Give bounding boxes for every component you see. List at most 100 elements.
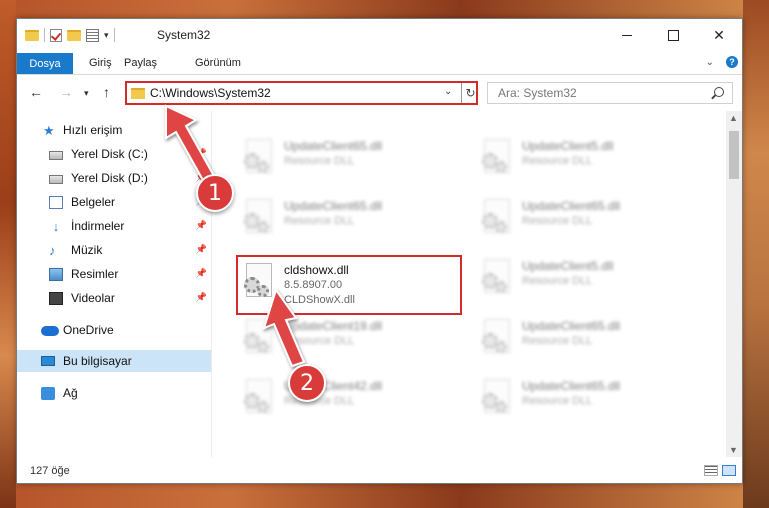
minimize-icon — [622, 34, 632, 36]
sidebar-item-label: Resimler — [71, 267, 119, 281]
help-icon[interactable]: ? — [726, 56, 738, 68]
sidebar-item-pictures[interactable]: Resimler 📌 — [17, 263, 211, 285]
onedrive-icon — [41, 326, 59, 336]
dll-file-icon — [480, 199, 514, 239]
close-button[interactable]: ✕ — [696, 19, 742, 51]
file-name: UpdateClient65.dll — [522, 379, 621, 393]
sidebar-item-downloads[interactable]: ↓ İndirmeler 📌 — [17, 215, 211, 237]
file-highlight-box — [236, 255, 462, 315]
scroll-up-icon[interactable]: ▲ — [729, 113, 738, 123]
search-input[interactable]: Ara: System32 — [487, 82, 733, 104]
vertical-scrollbar[interactable]: ▲ ▼ — [726, 111, 742, 457]
file-type: Resource DLL — [522, 395, 593, 407]
window-title: System32 — [157, 28, 211, 42]
file-list: UpdateClient65.dll Resource DLL UpdateCl… — [212, 111, 725, 457]
scroll-down-icon[interactable]: ▼ — [729, 445, 738, 455]
search-placeholder: Ara: System32 — [498, 86, 577, 100]
sidebar-item-music[interactable]: ♪ Müzik 📌 — [17, 239, 211, 261]
file-explorer-window: ▾ System32 ✕ Dosya Giriş Paylaş Görünüm … — [16, 18, 743, 484]
sidebar-item-documents[interactable]: Belgeler 📌 — [17, 191, 211, 213]
address-bar[interactable]: C:\Windows\System32 ⌄ ↻ — [125, 81, 478, 105]
file-type: Resource DLL — [522, 335, 593, 347]
sidebar-item-this-pc[interactable]: Bu bilgisayar — [17, 350, 211, 372]
dll-file-icon — [480, 259, 514, 299]
file-item[interactable]: UpdateClient65.dll Resource DLL — [474, 313, 702, 365]
scrollbar-thumb[interactable] — [729, 131, 739, 179]
folder-icon — [25, 29, 39, 41]
file-type: Resource DLL — [284, 215, 355, 227]
drive-icon — [49, 174, 63, 184]
sidebar-item-network[interactable]: Ağ — [17, 382, 211, 404]
status-bar: 127 öğe — [17, 459, 742, 483]
file-type: Resource DLL — [284, 335, 355, 347]
customize-toolbar-dropdown-icon[interactable]: ▾ — [104, 30, 109, 41]
up-arrow-icon[interactable]: ↑ — [103, 84, 110, 100]
file-name: UpdateClient65.dll — [522, 319, 621, 333]
dll-file-icon — [480, 379, 514, 419]
tab-gorunum[interactable]: Görünüm — [195, 57, 241, 69]
toolbar-divider — [44, 28, 45, 42]
maximize-icon — [667, 29, 679, 41]
large-icons-view-icon[interactable] — [722, 465, 736, 476]
search-icon[interactable] — [714, 87, 724, 97]
pin-icon: 📌 — [195, 220, 207, 230]
file-item[interactable]: UpdateClient65.dll Resource DLL — [236, 193, 464, 245]
file-type: Resource DLL — [522, 155, 593, 167]
tab-paylas[interactable]: Paylaş — [124, 57, 157, 69]
recent-locations-chevron-icon[interactable]: ▾ — [84, 88, 89, 99]
refresh-icon[interactable]: ↻ — [461, 83, 479, 103]
expand-ribbon-chevron-icon[interactable]: ⌄ — [706, 57, 714, 68]
sidebar-item-label: Yerel Disk (D:) — [71, 171, 148, 185]
address-path[interactable]: C:\Windows\System32 — [150, 86, 271, 100]
sidebar-item-label: Müzik — [71, 243, 103, 257]
file-name: UpdateClient19.dll — [284, 319, 383, 333]
title-bar[interactable]: ▾ System32 ✕ — [17, 19, 742, 51]
dll-file-icon — [242, 199, 276, 239]
file-name: UpdateClient65.dll — [284, 139, 383, 153]
file-item[interactable]: UpdateClient42.dll Resource DLL — [236, 373, 464, 425]
tab-giris[interactable]: Giriş — [89, 57, 112, 69]
file-type: Resource DLL — [522, 275, 593, 287]
sidebar-item-quick-access[interactable]: ★ Hızlı erişim — [17, 119, 211, 141]
videos-icon — [49, 291, 63, 305]
documents-icon — [49, 195, 63, 209]
sidebar-item-onedrive[interactable]: OneDrive — [17, 319, 211, 341]
properties-icon[interactable] — [86, 28, 99, 42]
downloads-icon: ↓ — [52, 218, 60, 234]
file-item[interactable]: UpdateClient5.dll Resource DLL — [474, 253, 702, 305]
file-name: UpdateClient5.dll — [522, 139, 614, 153]
file-item[interactable]: UpdateClient65.dll Resource DLL — [474, 193, 702, 245]
sidebar-item-label: Videolar — [71, 291, 115, 305]
maximize-button[interactable] — [650, 19, 696, 51]
address-folder-icon — [131, 88, 145, 99]
file-item[interactable]: UpdateClient65.dll Resource DLL — [474, 373, 702, 425]
back-arrow-icon[interactable]: ← — [29, 84, 43, 100]
view-switcher — [704, 465, 736, 476]
quick-access-toolbar: ▾ — [25, 28, 115, 42]
music-icon: ♪ — [49, 242, 56, 258]
ribbon-tabs: Dosya Giriş Paylaş Görünüm ⌄ ? — [17, 51, 742, 75]
minimize-button[interactable] — [604, 19, 650, 51]
dll-file-icon — [480, 319, 514, 359]
tab-dosya[interactable]: Dosya — [17, 53, 73, 74]
sidebar-item-label: Ağ — [63, 386, 78, 400]
forward-arrow-icon[interactable]: → — [59, 84, 73, 100]
sidebar-item-label: Hızlı erişim — [63, 123, 123, 137]
address-dropdown-icon[interactable]: ⌄ — [444, 86, 452, 97]
sidebar-item-videos[interactable]: Videolar 📌 — [17, 287, 211, 309]
file-item[interactable]: UpdateClient19.dll Resource DLL — [236, 313, 464, 365]
sidebar-item-local-disk-d[interactable]: Yerel Disk (D:) 📌 — [17, 167, 211, 189]
dll-file-icon — [242, 139, 276, 179]
details-view-icon[interactable] — [704, 465, 718, 476]
navigation-bar: ← → ▾ ↑ C:\Windows\System32 ⌄ ↻ Ara: Sys… — [17, 75, 742, 111]
file-item[interactable]: UpdateClient5.dll Resource DLL — [474, 133, 702, 185]
sidebar-item-label: İndirmeler — [71, 219, 125, 233]
new-folder-icon[interactable] — [67, 29, 81, 41]
network-icon — [41, 386, 55, 400]
computer-icon — [41, 356, 55, 366]
navigation-pane: ★ Hızlı erişim Yerel Disk (C:) 📌 Yerel D… — [17, 111, 212, 457]
properties-check-icon[interactable] — [50, 28, 62, 42]
pin-icon: 📌 — [195, 292, 207, 302]
sidebar-item-local-disk-c[interactable]: Yerel Disk (C:) 📌 — [17, 143, 211, 165]
file-item[interactable]: UpdateClient65.dll Resource DLL — [236, 133, 464, 185]
